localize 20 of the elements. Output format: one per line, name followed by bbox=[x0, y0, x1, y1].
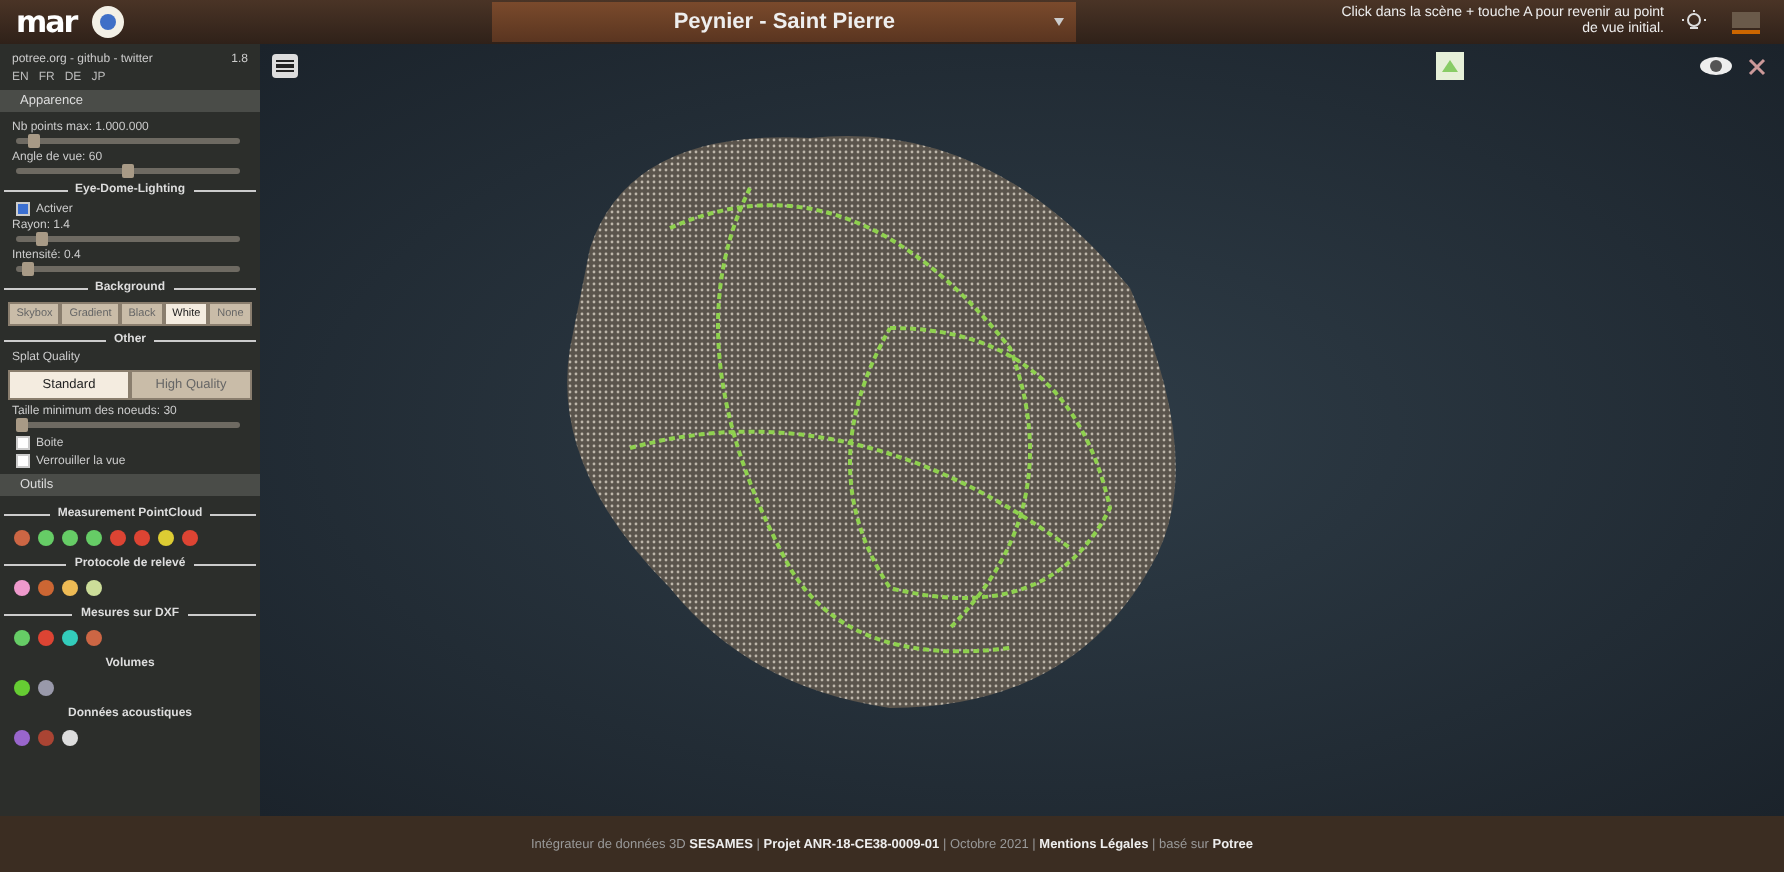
slider-thumb[interactable] bbox=[16, 418, 29, 432]
location-select[interactable]: Peynier - Saint Pierre bbox=[492, 2, 1077, 42]
slider-thumb[interactable] bbox=[27, 134, 40, 148]
slider-track[interactable] bbox=[16, 138, 240, 144]
checkbox[interactable] bbox=[16, 454, 30, 468]
checkbox[interactable] bbox=[16, 436, 30, 450]
globe-icon[interactable] bbox=[92, 6, 125, 38]
menu-icon[interactable] bbox=[272, 54, 298, 78]
slider-thumb[interactable] bbox=[36, 232, 49, 246]
checkbox[interactable] bbox=[16, 202, 30, 216]
slider-thumb[interactable] bbox=[21, 262, 34, 276]
eye-icon[interactable] bbox=[1700, 56, 1732, 76]
slider-track[interactable] bbox=[16, 422, 240, 428]
logo[interactable]: mar bbox=[16, 4, 77, 40]
slider-thumb[interactable] bbox=[122, 164, 134, 178]
caret-icon bbox=[1054, 18, 1065, 26]
slider-track[interactable] bbox=[16, 168, 240, 174]
close-icon[interactable] bbox=[1748, 58, 1766, 76]
slider-track[interactable] bbox=[16, 266, 240, 272]
slider-track[interactable] bbox=[16, 236, 240, 242]
